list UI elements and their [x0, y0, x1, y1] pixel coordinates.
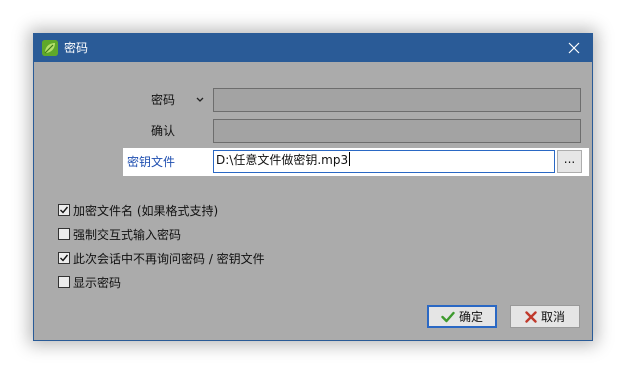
checkbox-encrypt-filenames[interactable]: [58, 204, 70, 216]
ok-button[interactable]: 确定: [427, 305, 497, 328]
password-label: 密码: [151, 93, 176, 107]
text-caret: [349, 152, 351, 166]
x-icon: [525, 310, 537, 323]
option-show-password[interactable]: 显示密码: [58, 274, 121, 290]
password-field[interactable]: [213, 88, 581, 112]
option-force-interactive[interactable]: 强制交互式输入密码: [58, 226, 181, 242]
close-icon: [568, 42, 580, 54]
password-dialog: 密码 密码 确认 密钥文件 D:\任意文件做密钥.mp3 ... 加密文件名 (…: [33, 33, 593, 341]
checkbox-no-ask-this-session[interactable]: [58, 252, 70, 264]
browse-button[interactable]: ...: [557, 150, 582, 173]
option-label: 显示密码: [73, 275, 122, 290]
checkbox-force-interactive[interactable]: [58, 228, 70, 240]
cancel-button[interactable]: 取消: [510, 305, 580, 328]
option-label: 此次会话中不再询问密码 / 密钥文件: [73, 251, 265, 266]
keyfile-input[interactable]: D:\任意文件做密钥.mp3: [213, 150, 555, 173]
cancel-label: 取消: [540, 310, 565, 324]
ok-label: 确定: [458, 310, 483, 324]
option-label: 强制交互式输入密码: [73, 227, 182, 242]
checkbox-show-password[interactable]: [58, 276, 70, 288]
option-label: 加密文件名 (如果格式支持): [73, 203, 219, 218]
option-encrypt-filenames[interactable]: 加密文件名 (如果格式支持): [58, 202, 218, 218]
checkmark-icon: [60, 206, 69, 214]
keyfile-label: 密钥文件: [127, 155, 176, 169]
window-title: 密码: [64, 41, 89, 55]
title-bar: 密码: [34, 34, 592, 62]
checkmark-icon: [60, 254, 69, 262]
confirm-password-field[interactable]: [213, 119, 581, 143]
option-no-ask-this-session[interactable]: 此次会话中不再询问密码 / 密钥文件: [58, 250, 265, 266]
chevron-down-icon[interactable]: [195, 95, 205, 105]
green-leaf-icon: [42, 40, 58, 56]
keyfile-row: 密钥文件 D:\任意文件做密钥.mp3 ...: [123, 148, 589, 176]
confirm-label: 确认: [151, 124, 176, 138]
keyfile-value: D:\任意文件做密钥.mp3: [216, 153, 349, 167]
close-button[interactable]: [560, 36, 588, 60]
check-icon: [441, 311, 455, 323]
